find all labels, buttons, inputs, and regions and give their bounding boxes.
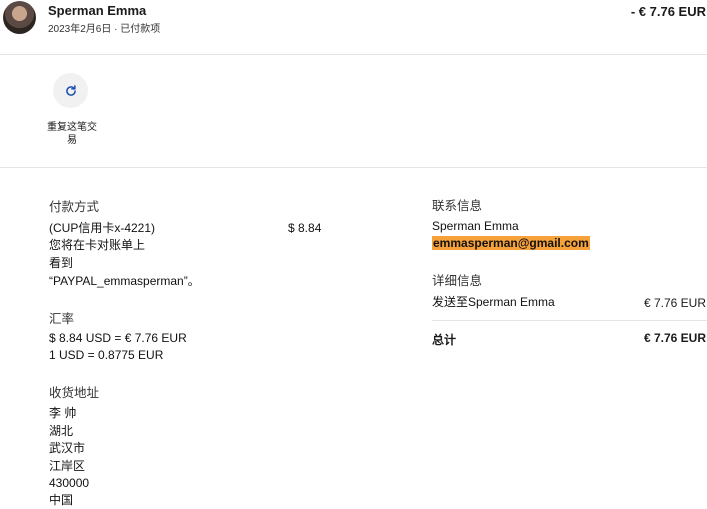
total-amount: € 7.76 EUR (643, 331, 706, 345)
shipping-address-heading: 收货地址 (49, 386, 100, 400)
address-line: 武汉市 (49, 441, 86, 455)
contact-email[interactable]: emmasperman@gmail.com (432, 236, 590, 250)
repeat-transaction-label[interactable]: 重复这笔交易 (43, 121, 101, 147)
sent-amount: € 7.76 EUR (643, 296, 706, 310)
transaction-status: 已付款项 (120, 24, 161, 35)
payment-card: (CUP信用卡x-4221) (49, 221, 156, 235)
address-line: 李 帅 (49, 406, 77, 420)
exchange-rate-heading: 汇率 (49, 312, 75, 326)
address-line: 江岸区 (49, 459, 86, 473)
address-line: 湖北 (49, 424, 74, 438)
statement-note-line: 您将在卡对账单上 (49, 238, 146, 252)
divider (0, 167, 707, 168)
refresh-icon (65, 84, 76, 96)
total-label: 总计 (432, 333, 457, 347)
transaction-date: 2023年2月6日 (48, 24, 112, 35)
repeat-transaction-button[interactable] (53, 73, 88, 108)
exchange-conversion: $ 8.84 USD = € 7.76 EUR (49, 331, 187, 345)
payment-card-amount: $ 8.84 (288, 221, 322, 235)
statement-descriptor: “PAYPAL_emmasperman”。 (49, 274, 200, 288)
contact-email-wrap: emmasperman@gmail.com (432, 234, 590, 252)
address-line: 430000 (49, 476, 90, 490)
address-line: 中国 (49, 493, 74, 507)
statement-note-line: 看到 (49, 256, 74, 270)
contact-info-heading: 联系信息 (432, 199, 483, 213)
avatar (3, 1, 36, 34)
divider (432, 320, 707, 321)
merchant-name: Sperman Emma (48, 3, 147, 18)
exchange-rate: 1 USD = 0.8775 EUR (49, 348, 164, 362)
sent-to-label: 发送至Sperman Emma (432, 295, 555, 309)
meta-separator: · (114, 24, 118, 35)
payment-method-heading: 付款方式 (49, 200, 100, 214)
transaction-meta: 2023年2月6日 · 已付款项 (48, 20, 160, 35)
transaction-amount: - € 7.76 EUR (630, 4, 706, 19)
divider (0, 54, 707, 55)
contact-name: Sperman Emma (432, 219, 519, 233)
details-heading: 详细信息 (432, 274, 483, 288)
